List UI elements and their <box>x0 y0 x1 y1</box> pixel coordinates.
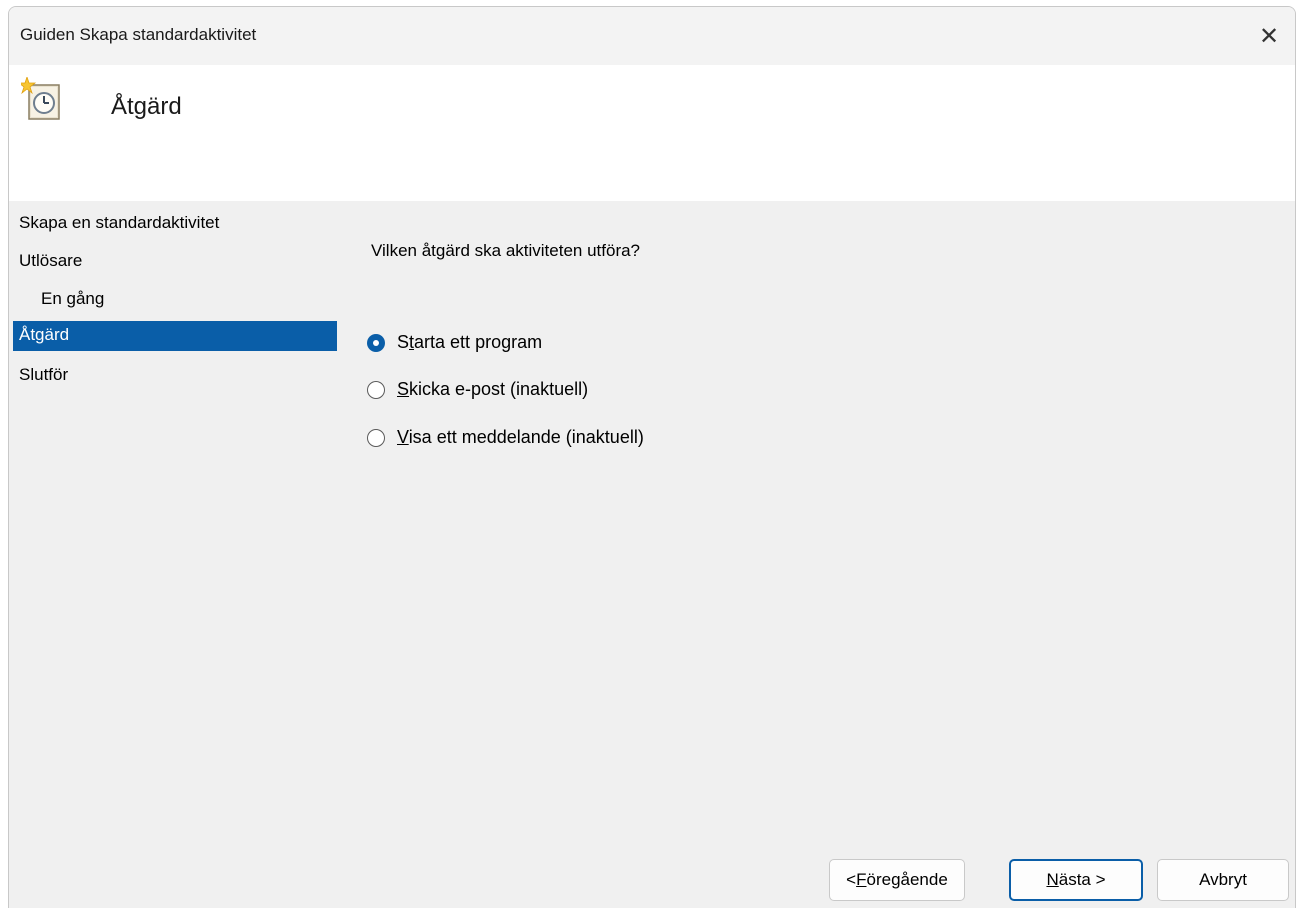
nav-step-create-task[interactable]: Skapa en standardaktivitet <box>13 205 337 243</box>
radio-show-message[interactable]: Visa ett meddelande (inaktuell) <box>367 427 644 448</box>
nav-step-action[interactable]: Åtgärd <box>13 321 337 351</box>
radio-checked-icon[interactable] <box>367 333 385 352</box>
task-scheduler-icon <box>21 77 60 120</box>
page-title: Åtgärd <box>111 93 182 120</box>
back-button[interactable]: < Föregående <box>829 859 965 901</box>
nav-step-one-time[interactable]: En gång <box>13 281 337 319</box>
radio-send-email[interactable]: Skicka e-post (inaktuell) <box>367 379 588 400</box>
window-title: Guiden Skapa standardaktivitet <box>20 25 257 44</box>
close-button[interactable]: ✕ <box>1243 7 1295 65</box>
wizard-window: Guiden Skapa standardaktivitet ✕ Åtgärd … <box>8 6 1296 908</box>
radio-label-send-email: Skicka e-post (inaktuell) <box>397 379 589 399</box>
radio-label-show-message: Visa ett meddelande (inaktuell) <box>397 427 644 447</box>
wizard-header: Åtgärd <box>9 65 1295 201</box>
action-question: Vilken åtgärd ska aktiviteten utföra? <box>371 241 641 260</box>
close-icon: ✕ <box>1258 22 1280 50</box>
radio-start-program[interactable]: Starta ett program <box>367 332 542 353</box>
cancel-button[interactable]: Avbryt <box>1157 859 1289 901</box>
nav-step-trigger[interactable]: Utlösare <box>13 243 337 281</box>
radio-unchecked-icon[interactable] <box>367 380 385 399</box>
radio-label-start-program: Starta ett program <box>397 332 543 352</box>
title-bar: Guiden Skapa standardaktivitet ✕ <box>9 7 1295 65</box>
nav-step-finish[interactable]: Slutför <box>13 357 337 395</box>
wizard-steps-nav: Skapa en standardaktivitet Utlösare En g… <box>13 205 337 395</box>
next-button[interactable]: Nästa > <box>1009 859 1143 901</box>
radio-unchecked-icon[interactable] <box>367 428 385 447</box>
